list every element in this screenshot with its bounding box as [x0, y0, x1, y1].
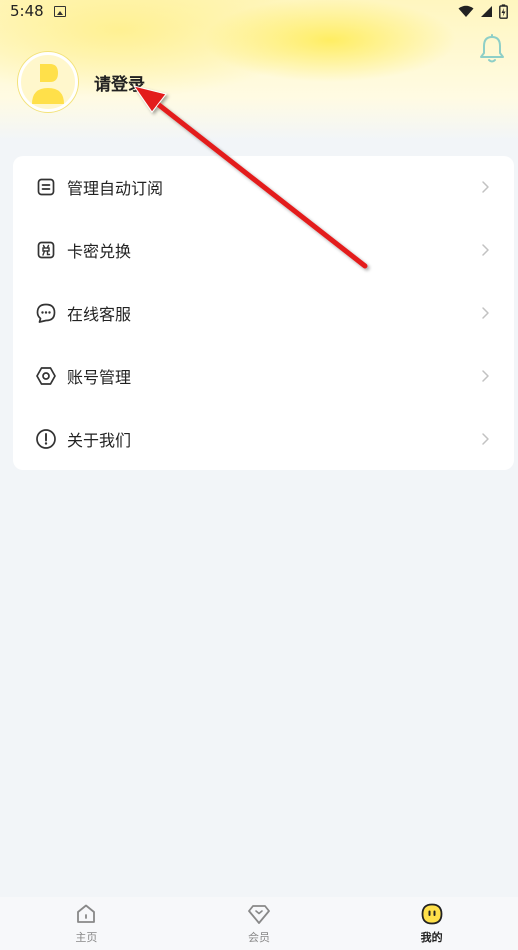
image-notification-icon [53, 5, 66, 17]
menu-item-about-us[interactable]: 关于我们 [13, 407, 514, 470]
menu-item-card-redeem[interactable]: 卡密兑换 [13, 219, 514, 282]
menu-item-label: 管理自动订阅 [67, 179, 164, 199]
menu-item-account-management[interactable]: 账号管理 [13, 344, 514, 407]
signal-icon [481, 5, 492, 17]
diamond-icon [248, 905, 270, 924]
profile-section[interactable]: 请登录 [18, 52, 145, 112]
tab-label: 我的 [420, 931, 443, 944]
default-avatar-icon [32, 64, 64, 104]
notification-bell-icon[interactable] [478, 34, 506, 64]
login-prompt-link[interactable]: 请登录 [94, 70, 145, 95]
menu-item-label: 卡密兑换 [67, 242, 132, 262]
tab-label: 会员 [248, 931, 270, 944]
tab-mine[interactable]: 我的 [345, 897, 518, 950]
menu-card: 管理自动订阅 卡密兑换 在线客服 账号管理 关于我们 [13, 156, 514, 470]
tab-home[interactable]: 主页 [0, 897, 173, 950]
menu-item-manage-subscription[interactable]: 管理自动订阅 [13, 156, 514, 219]
chat-icon [35, 302, 57, 324]
battery-icon [499, 3, 508, 19]
chevron-right-icon [482, 181, 489, 194]
menu-item-label: 在线客服 [67, 304, 132, 324]
redeem-icon [35, 239, 57, 261]
menu-item-label: 账号管理 [67, 367, 132, 387]
tab-label: 主页 [75, 931, 98, 944]
chevron-right-icon [482, 244, 489, 256]
menu-item-online-service[interactable]: 在线客服 [13, 282, 514, 345]
settings-icon [35, 365, 57, 387]
tab-membership[interactable]: 会员 [173, 897, 346, 950]
list-icon [35, 176, 57, 198]
chevron-right-icon [482, 432, 489, 445]
info-icon [35, 428, 57, 450]
menu-item-label: 关于我们 [67, 430, 132, 450]
status-time: 5:48 [10, 2, 44, 20]
chevron-right-icon [482, 370, 489, 382]
home-icon [77, 904, 96, 923]
profile-icon [421, 903, 443, 925]
bottom-tab-bar: 主页 会员 我的 [0, 897, 518, 950]
status-bar: 5:48 [0, 0, 518, 22]
chevron-right-icon [482, 307, 489, 319]
wifi-icon [458, 5, 474, 17]
avatar[interactable] [18, 52, 78, 112]
